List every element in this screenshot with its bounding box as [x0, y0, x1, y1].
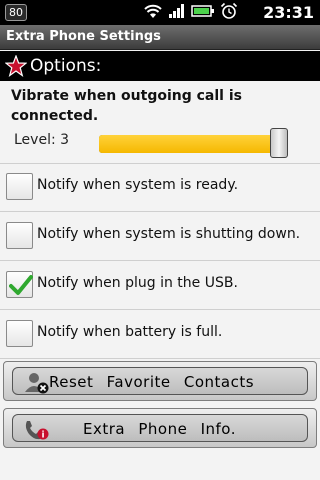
- level-slider[interactable]: [99, 135, 288, 153]
- notify-system-ready-label: Notify when system is ready.: [37, 177, 239, 193]
- star-icon: [4, 54, 28, 81]
- signal-icon: [168, 3, 186, 23]
- notify-usb-row[interactable]: Notify when plug in the USB.: [0, 261, 320, 309]
- notify-system-shutdown-row[interactable]: Notify when system is shutting down.: [0, 212, 320, 260]
- status-bar: 80 23:31: [0, 0, 320, 25]
- extra-phone-info-button[interactable]: i Extra Phone Info.: [3, 408, 317, 448]
- check-mark-icon: [9, 274, 33, 300]
- status-time: 23:31: [263, 3, 314, 22]
- phone-info-icon: i: [23, 418, 51, 446]
- notify-battery-full-checkbox[interactable]: [6, 320, 33, 347]
- info-button-face: i Extra Phone Info.: [12, 414, 308, 442]
- battery-icon: [191, 3, 215, 22]
- options-header: Options:: [0, 51, 320, 81]
- reset-favorite-contacts-button[interactable]: Reset Favorite Contacts: [3, 361, 317, 401]
- level-label: Level: 3: [14, 132, 70, 148]
- options-label: Options:: [30, 56, 102, 76]
- reset-button-label: Reset Favorite Contacts: [49, 373, 255, 391]
- notify-battery-full-label: Notify when battery is full.: [37, 324, 223, 340]
- wifi-icon: [143, 3, 163, 23]
- notify-usb-label: Notify when plug in the USB.: [37, 275, 238, 291]
- notify-system-ready-checkbox[interactable]: [6, 173, 33, 200]
- level-slider-fill: [99, 135, 279, 153]
- level-slider-thumb[interactable]: [270, 128, 288, 158]
- title-bar: Extra Phone Settings: [0, 25, 320, 50]
- notify-battery-full-row[interactable]: Notify when battery is full.: [0, 310, 320, 358]
- page-title: Extra Phone Settings: [6, 29, 161, 44]
- notify-system-shutdown-checkbox[interactable]: [6, 222, 33, 249]
- status-icons: [143, 2, 238, 24]
- svg-text:i: i: [41, 431, 44, 441]
- alarm-icon: [220, 2, 238, 24]
- notify-system-ready-row[interactable]: Notify when system is ready.: [0, 163, 320, 211]
- contact-remove-icon: [23, 371, 51, 399]
- divider: [0, 358, 320, 359]
- notify-system-shutdown-label: Notify when system is shutting down.: [37, 226, 301, 242]
- info-button-label: Extra Phone Info.: [83, 420, 236, 438]
- vibrate-title: Vibrate when outgoing call is connected.: [11, 88, 242, 124]
- notify-usb-checkbox[interactable]: [6, 271, 33, 298]
- reset-button-face: Reset Favorite Contacts: [12, 367, 308, 395]
- notification-badge: 80: [5, 4, 27, 21]
